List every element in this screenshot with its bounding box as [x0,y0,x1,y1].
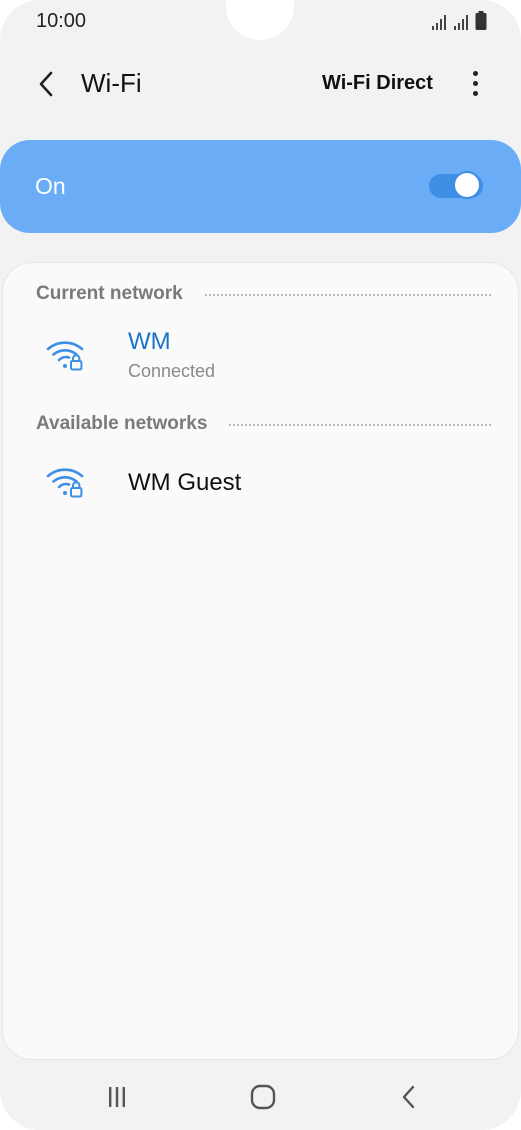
status-time: 10:00 [36,10,87,32]
page-title: Wi-Fi [81,68,142,98]
phone-screen: 10:00 Wi-Fi Wi-Fi Direct On Current netw… [0,0,521,1130]
wifi-locked-icon [46,341,84,371]
navigation-bar [0,1068,521,1126]
wifi-locked-icon [46,468,84,498]
section-title: Available networks [36,413,208,434]
wifi-toggle-bar[interactable]: On [0,140,521,233]
battery-icon [475,11,487,30]
section-divider [204,294,491,296]
recent-apps-icon [109,1087,125,1107]
switch-knob [453,171,481,199]
network-item-wm-guest[interactable]: WM Guest [3,452,520,516]
more-options-button[interactable] [459,64,491,102]
network-item-wm[interactable]: WM Connected [3,321,520,385]
network-name: WM [128,328,171,355]
wifi-toggle-label: On [35,173,66,199]
signal-icon [454,15,468,30]
chevron-left-icon [39,71,53,97]
system-back-button[interactable] [389,1080,429,1114]
network-status: Connected [128,361,216,381]
network-name: WM Guest [128,469,242,496]
wifi-direct-button[interactable]: Wi-Fi Direct [322,72,433,95]
back-icon [402,1085,415,1109]
app-header: Wi-Fi Wi-Fi Direct [0,56,521,110]
signal-icon [432,15,446,30]
more-vertical-icon [472,70,478,76]
home-icon [250,1084,276,1110]
wifi-switch[interactable] [429,170,483,202]
back-button[interactable] [26,64,66,104]
home-button[interactable] [243,1080,283,1114]
current-network-header: Current network [36,282,491,306]
network-list: Current network WM Connected Available n… [2,262,519,1060]
section-divider [229,424,491,426]
recent-apps-button[interactable] [97,1080,137,1114]
status-icons [431,11,487,31]
available-networks-header: Available networks [36,412,491,436]
status-bar: 10:00 [0,0,521,44]
section-title: Current network [36,283,183,304]
